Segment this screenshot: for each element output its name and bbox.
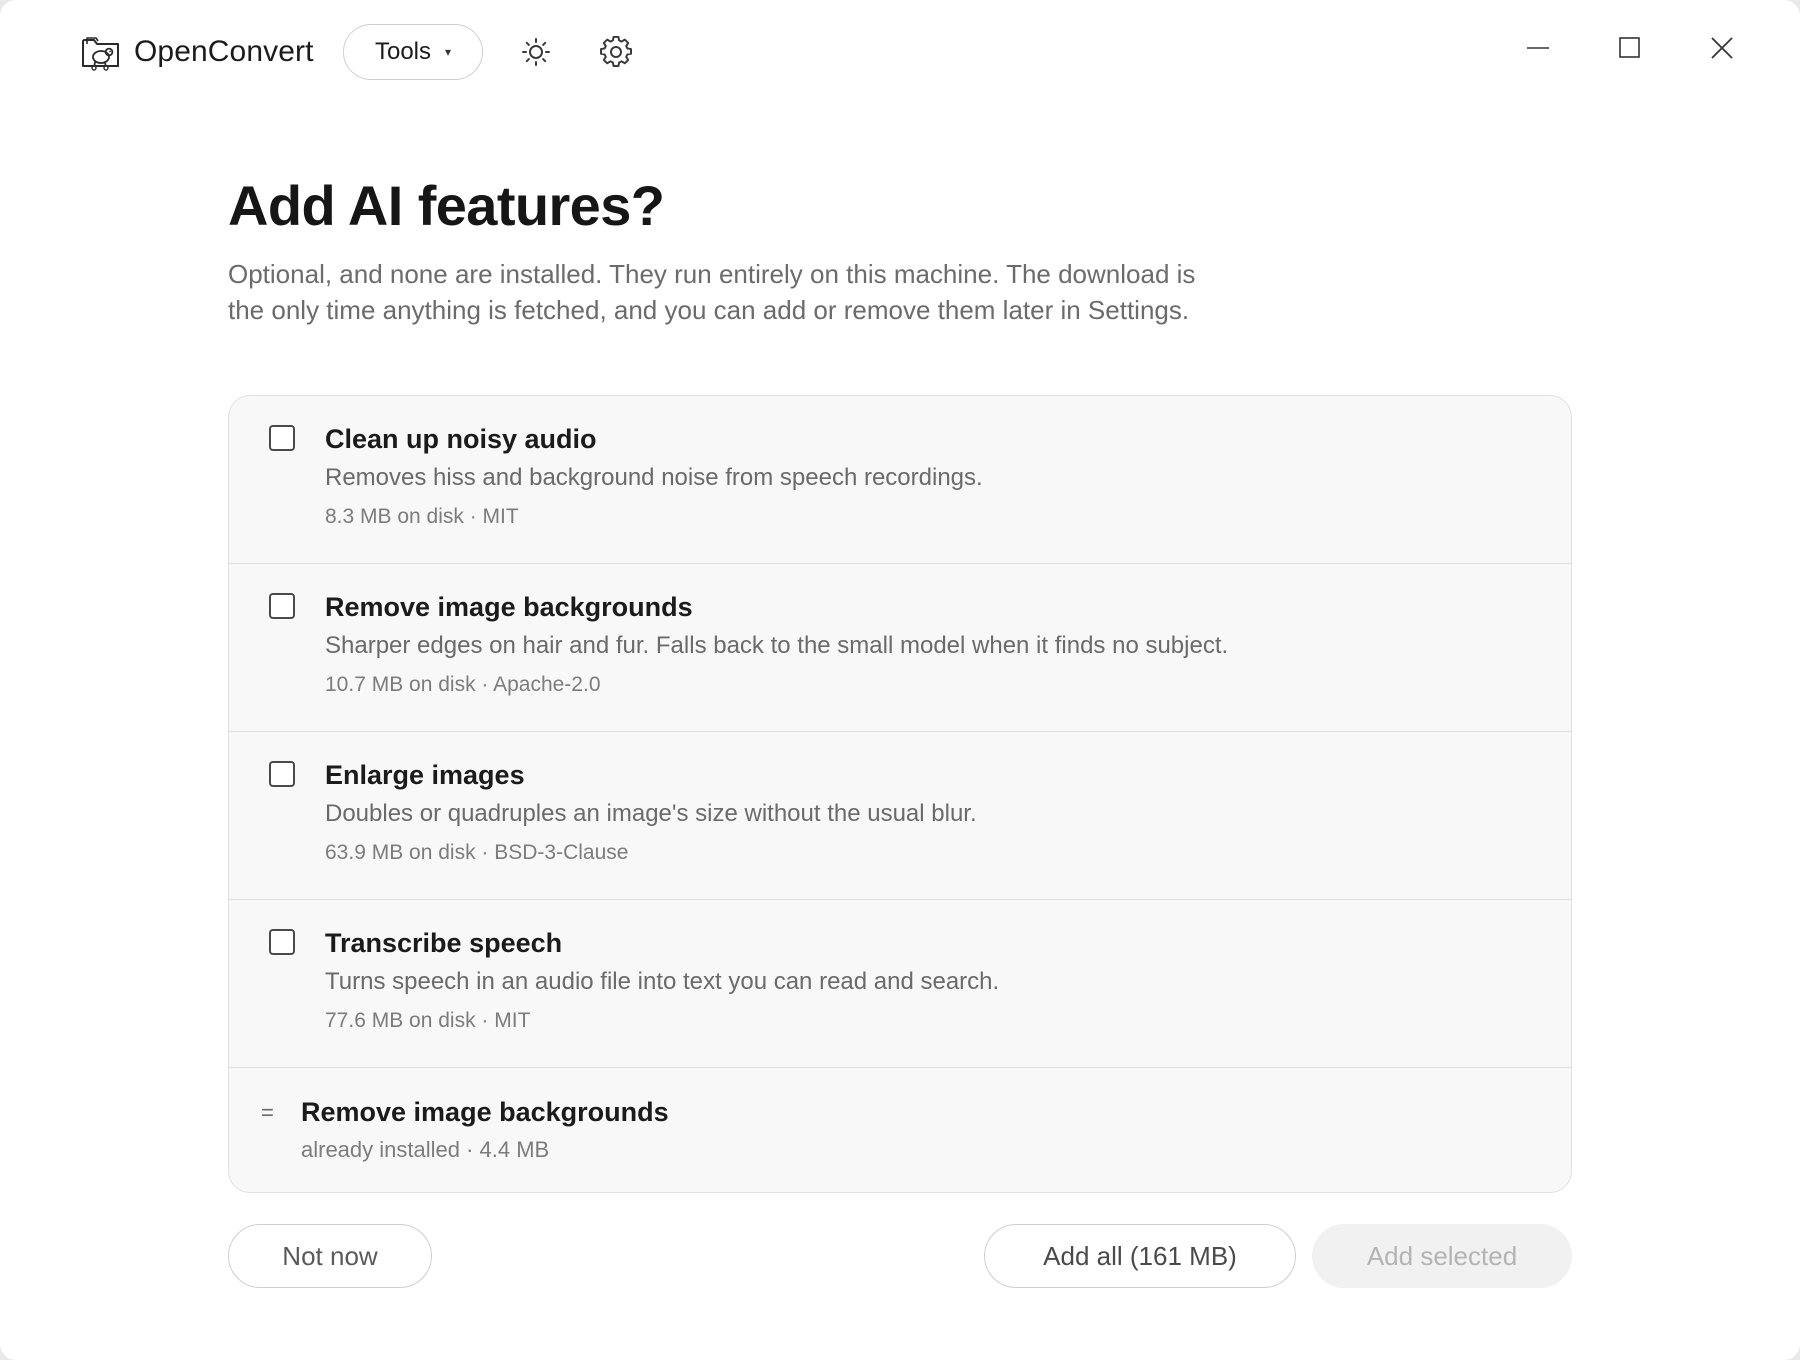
feature-checkbox[interactable]	[269, 425, 295, 451]
installed-feature-meta: already installed · 4.4 MB	[301, 1137, 550, 1162]
app-window: OpenConvert Tools ▾ Add AI features? Opt…	[0, 0, 1800, 1360]
installed-feature-title: Remove image backgrounds	[301, 1097, 669, 1127]
feature-row-transcribe-speech[interactable]: Transcribe speech Turns speech in an aud…	[229, 900, 1571, 1068]
feature-title: Enlarge images	[325, 760, 525, 790]
feature-description: Doubles or quadruples an image's size wi…	[325, 800, 977, 827]
page-description: Optional, and none are installed. They r…	[228, 259, 1196, 325]
app-name: OpenConvert	[134, 35, 314, 68]
feature-title: Transcribe speech	[325, 928, 563, 958]
minimize-button[interactable]	[1510, 26, 1566, 70]
feature-row-enlarge-images[interactable]: Enlarge images Doubles or quadruples an …	[229, 732, 1571, 900]
add-selected-button[interactable]: Add selected	[1312, 1224, 1572, 1288]
settings-button[interactable]	[594, 30, 638, 74]
app-logo-icon	[82, 37, 119, 71]
feature-description: Turns speech in an audio file into text …	[325, 968, 1000, 995]
maximize-icon	[1619, 37, 1640, 58]
feature-meta: 8.3 MB on disk · MIT	[325, 505, 519, 528]
feature-meta: 77.6 MB on disk · MIT	[325, 1009, 531, 1032]
theme-toggle-button[interactable]	[514, 30, 558, 74]
feature-title: Clean up noisy audio	[325, 424, 597, 454]
feature-checkbox[interactable]	[269, 593, 295, 619]
sun-icon	[522, 38, 550, 66]
feature-meta: 10.7 MB on disk · Apache-2.0	[325, 673, 601, 696]
page-title: Add AI features?	[228, 174, 665, 237]
not-now-button[interactable]: Not now	[228, 1224, 432, 1288]
feature-row-remove-backgrounds[interactable]: Remove image backgrounds Sharper edges o…	[229, 564, 1571, 732]
brand: OpenConvert	[80, 32, 314, 72]
chevron-down-icon: ▾	[445, 45, 452, 59]
title-bar: OpenConvert Tools ▾	[0, 0, 1800, 104]
installed-marker: =	[261, 1100, 274, 1125]
feature-description: Sharper edges on hair and fur. Falls bac…	[325, 632, 1229, 659]
feature-title: Remove image backgrounds	[325, 592, 693, 622]
installed-feature-row: = Remove image backgrounds already insta…	[229, 1068, 1571, 1192]
tools-label: Tools	[374, 38, 431, 65]
tools-menu-button[interactable]: Tools ▾	[343, 24, 483, 80]
feature-list: Clean up noisy audio Removes hiss and ba…	[228, 395, 1572, 1193]
feature-description: Removes hiss and background noise from s…	[325, 464, 983, 491]
minimize-icon	[1527, 47, 1549, 49]
close-icon	[1711, 37, 1733, 59]
gear-icon	[600, 36, 632, 67]
feature-row-clean-audio[interactable]: Clean up noisy audio Removes hiss and ba…	[229, 396, 1571, 564]
add-all-button[interactable]: Add all (161 MB)	[984, 1224, 1296, 1288]
close-button[interactable]	[1694, 26, 1750, 70]
maximize-button[interactable]	[1602, 26, 1658, 70]
feature-meta: 63.9 MB on disk · BSD-3-Clause	[325, 841, 629, 864]
feature-checkbox[interactable]	[269, 929, 295, 955]
feature-checkbox[interactable]	[269, 761, 295, 787]
